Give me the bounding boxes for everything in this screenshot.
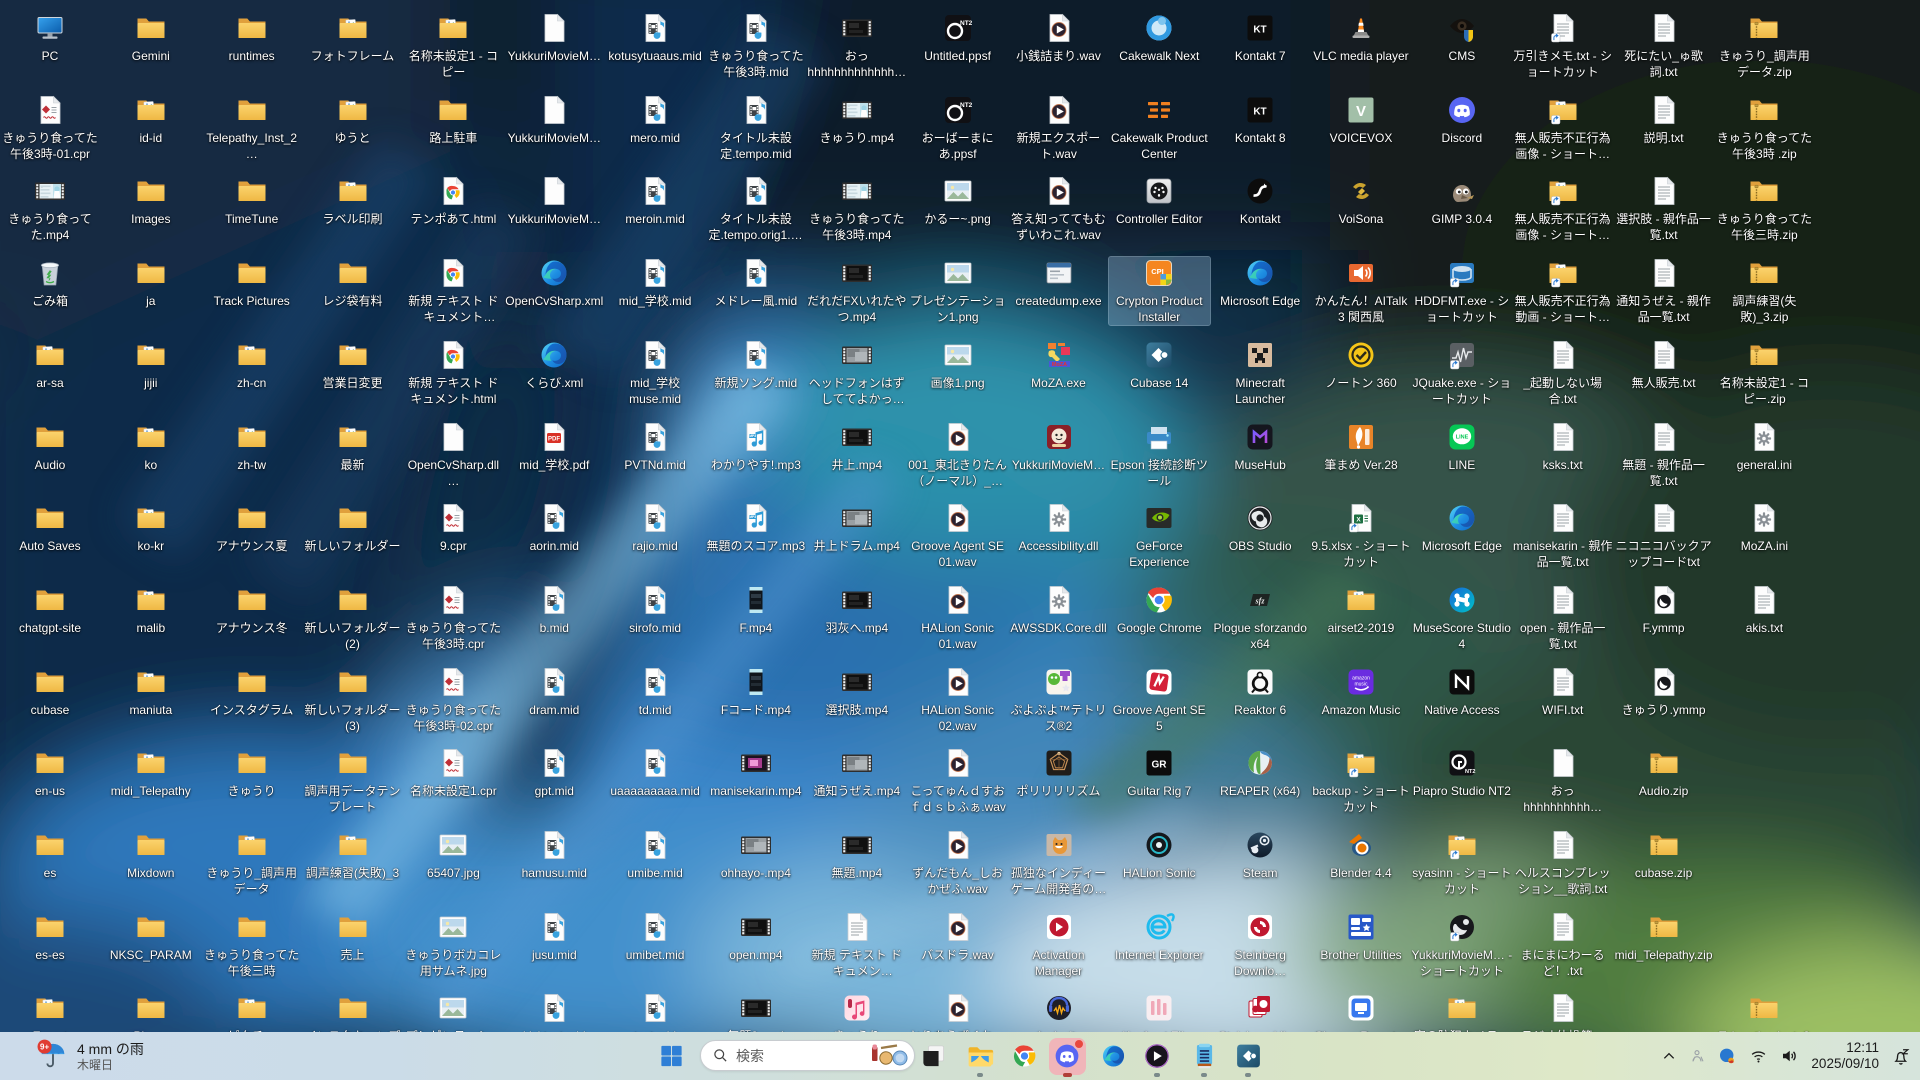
svg-text:9+: 9+ — [40, 1042, 49, 1051]
